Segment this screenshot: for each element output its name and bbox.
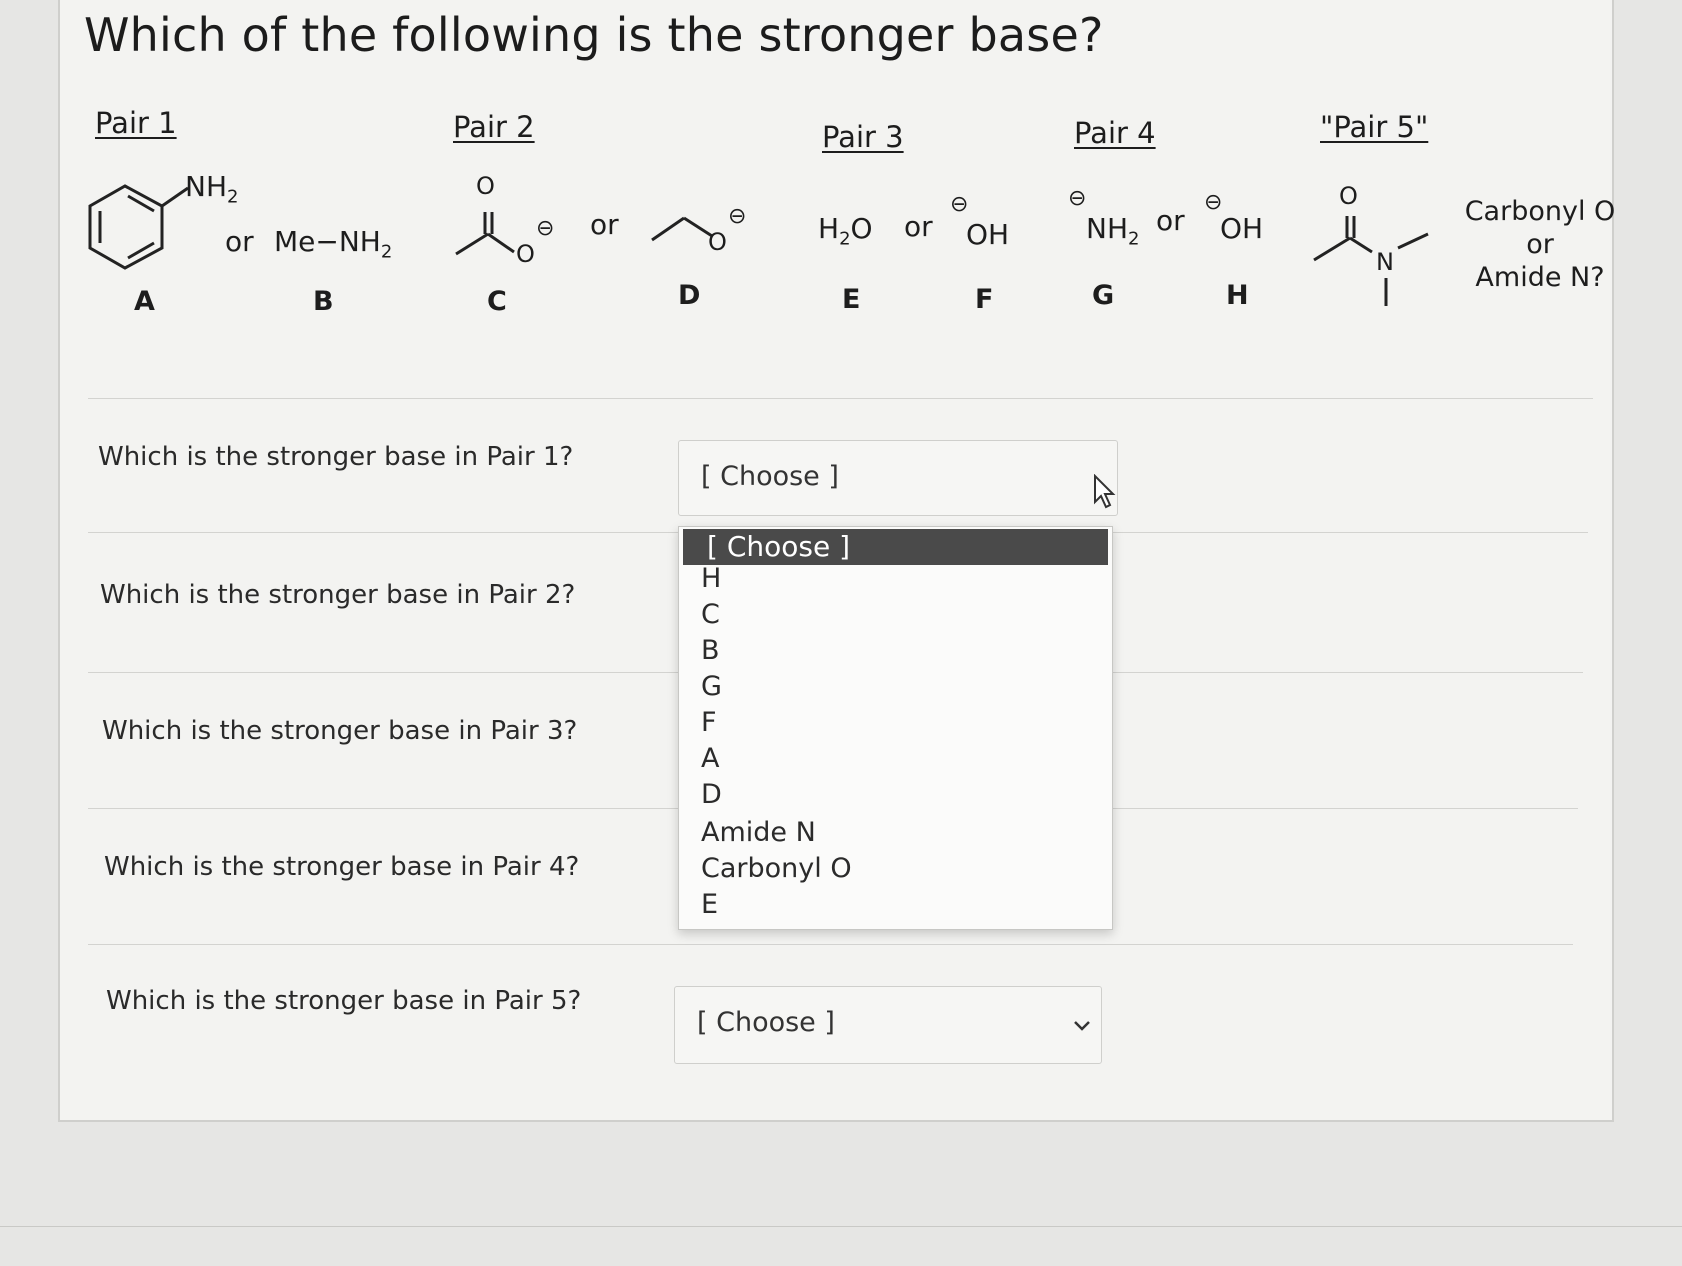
acetate-charge: ⊖ [536, 216, 555, 241]
amide-carbonyl-o: O [1339, 182, 1358, 210]
pair-3-or: or [904, 210, 933, 243]
pair-3-heading: Pair 3 [822, 120, 904, 154]
aniline-amine-group: NH2 [185, 170, 239, 208]
label-a: A [134, 286, 155, 317]
dropdown-option[interactable]: E [701, 889, 718, 920]
question-pair-4: Which is the stronger base in Pair 4? [104, 852, 580, 882]
dropdown-option[interactable]: Carbonyl O [701, 853, 852, 884]
label-b: B [313, 286, 334, 317]
page-title: Which of the following is the stronger b… [84, 8, 1104, 62]
label-d: D [678, 280, 701, 311]
water-formula: H2O [818, 212, 873, 250]
pair-4-heading: Pair 4 [1074, 116, 1156, 150]
hydroxide-formula-3: OH [966, 218, 1010, 251]
label-h: H [1226, 280, 1249, 311]
ethoxide-charge: ⊖ [728, 204, 747, 229]
pair-5-question: Carbonyl O or Amide N? [1464, 196, 1616, 293]
pair-2-or: or [590, 208, 619, 241]
chevron-down-icon [1074, 1021, 1090, 1031]
dropdown-option-choose[interactable]: [ Choose ] [683, 529, 1108, 565]
acetate-carbonyl-o: O [476, 172, 495, 200]
label-f: F [975, 284, 994, 315]
amide-ion-charge: ⊖ [1068, 186, 1087, 211]
mouse-pointer-icon [1094, 474, 1116, 509]
label-e: E [842, 284, 861, 315]
pair-1-or: or [225, 225, 254, 258]
pair-5-heading: "Pair 5" [1320, 110, 1429, 144]
dropdown-option[interactable]: D [701, 779, 722, 810]
amide-ion-formula: NH2 [1086, 212, 1140, 250]
hydroxide-formula-4: OH [1220, 212, 1264, 245]
divider [0, 1226, 1682, 1227]
amide-nitrogen: N [1376, 248, 1394, 276]
pair-1-dropdown-list: [ Choose ] H C B G F A D Amide N Carbony… [678, 526, 1113, 930]
question-pair-1: Which is the stronger base in Pair 1? [98, 442, 574, 472]
aniline-structure [88, 184, 189, 270]
pair-2-heading: Pair 2 [453, 110, 535, 144]
dropdown-option[interactable]: B [701, 635, 720, 666]
dropdown-option[interactable]: F [701, 707, 717, 738]
dropdown-option[interactable]: H [701, 563, 721, 594]
dimethylacetamide-structure [1313, 216, 1429, 306]
question-pair-5: Which is the stronger base in Pair 5? [106, 986, 582, 1016]
dropdown-option[interactable]: C [701, 599, 720, 630]
dropdown-option[interactable]: G [701, 671, 722, 702]
acetate-oxygen: O [516, 240, 535, 268]
pair-1-select-value: [ Choose ] [701, 461, 839, 492]
hydroxide-charge-3: ⊖ [950, 192, 969, 217]
pair-5-select[interactable]: [ Choose ] [674, 986, 1102, 1064]
divider [88, 944, 1573, 945]
methylamine-formula: Me−NH2 [274, 225, 393, 263]
label-g: G [1092, 280, 1115, 311]
pair-5-select-value: [ Choose ] [697, 1007, 835, 1038]
dropdown-option[interactable]: Amide N [701, 817, 816, 848]
pair-4-or: or [1156, 204, 1185, 237]
pair-1-heading: Pair 1 [95, 106, 177, 140]
pair-1-select[interactable]: [ Choose ] [678, 440, 1118, 516]
dropdown-option[interactable]: A [701, 743, 719, 774]
question-pair-3: Which is the stronger base in Pair 3? [102, 716, 578, 746]
divider [88, 398, 1593, 399]
ethoxide-oxygen: O [708, 228, 727, 256]
question-pair-2: Which is the stronger base in Pair 2? [100, 580, 576, 610]
label-c: C [487, 286, 507, 317]
